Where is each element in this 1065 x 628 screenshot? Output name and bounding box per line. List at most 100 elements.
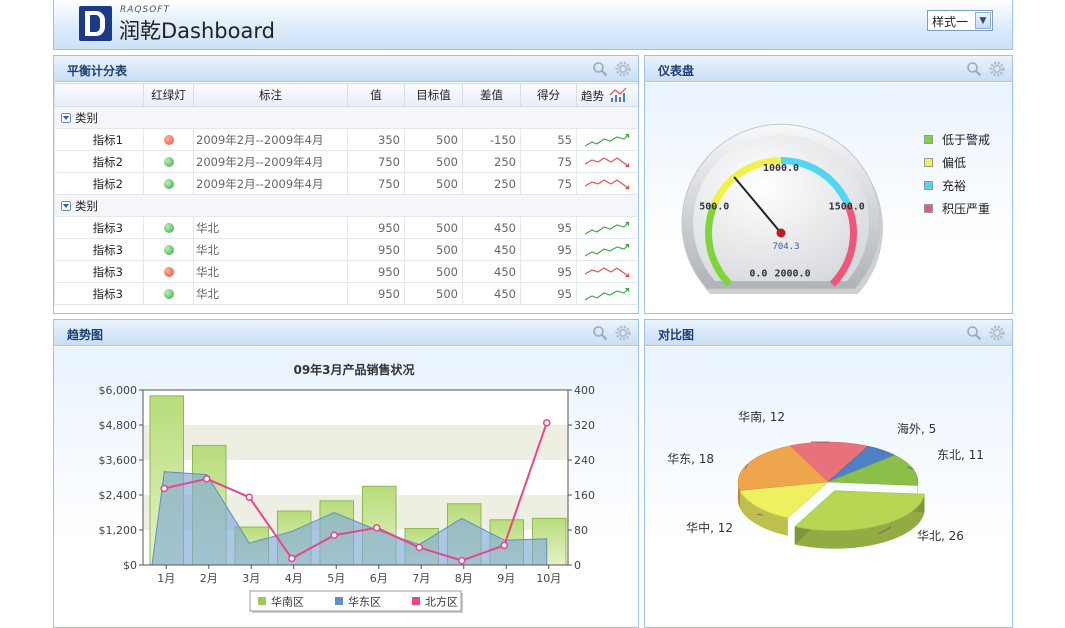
- legend-swatch: [335, 597, 343, 605]
- style-select[interactable]: 样式一 ▼: [927, 10, 993, 31]
- note-cell: 2009年2月--2009年4月: [193, 172, 348, 195]
- gauge-legend-item: 积压严重: [924, 200, 990, 223]
- point-beifang: [543, 419, 551, 427]
- traffic-light-red-icon: [163, 134, 174, 145]
- trend-cell: [576, 150, 638, 173]
- value-cell: 950: [347, 282, 405, 305]
- legend-label: 华东区: [348, 595, 381, 609]
- category-row[interactable]: 类别: [54, 194, 638, 217]
- traffic-light-cell: [143, 216, 194, 239]
- trend-up-sparkline: [584, 243, 630, 256]
- indicator-name: 指标3: [54, 216, 144, 239]
- target-cell: 500: [404, 238, 463, 261]
- trend-cell: [576, 260, 638, 283]
- gauge-legend-item: 偏低: [924, 154, 990, 177]
- gear-icon[interactable]: [615, 325, 631, 341]
- y-tick-label: $4,800: [99, 419, 138, 432]
- x-tick-label: 2月: [200, 572, 218, 585]
- x-tick-label: 10月: [536, 572, 561, 585]
- column-header-diff[interactable]: 差值: [462, 83, 521, 107]
- traffic-light-cell: [143, 282, 194, 305]
- category-row[interactable]: 类别: [54, 106, 638, 129]
- scorecard-panel: 平衡计分表 红绿灯 标注 值 目标值 差值 得分 趋势 类别 指标1 2009年…: [53, 55, 639, 314]
- category-label: 类别: [75, 198, 98, 213]
- table-row[interactable]: 指标3 华北 950 500 450 95: [54, 282, 638, 305]
- compare-panel-header: 对比图: [645, 320, 1012, 346]
- scorecard-body: 红绿灯 标注 值 目标值 差值 得分 趋势 类别 指标1 2009年2月--2009…: [54, 83, 638, 313]
- region-pie-chart: 华南, 12 海外, 5东北, 11 华北, 26 华中, 12 华东, 18: [667, 409, 984, 549]
- legend-swatch: [258, 597, 266, 605]
- scorecard-panel-header: 平衡计分表: [54, 56, 638, 82]
- traffic-light-green-icon: [163, 178, 174, 189]
- point-beifang: [458, 556, 466, 565]
- gauge-legend-item: 低于警戒: [924, 131, 990, 154]
- compare-body: 华南, 12 海外, 5 东北, 11 华北, 26 华中, 12 华东, 18: [645, 347, 1012, 627]
- point-beifang: [288, 554, 296, 563]
- gear-icon[interactable]: [989, 61, 1005, 77]
- column-header-value[interactable]: 值: [347, 83, 405, 107]
- score-cell: 95: [520, 238, 577, 261]
- compare-panel: 对比图 华南, 12 海外, 5 东北, 11 华北, 26 华中, 12 华东, 18: [644, 319, 1013, 628]
- zoom-icon[interactable]: [966, 61, 982, 77]
- diff-cell: 450: [462, 216, 521, 239]
- y-tick-label: $3,600: [99, 454, 138, 467]
- legend-label: 充裕: [942, 179, 967, 193]
- app-header: RAQSOFT 润乾Dashboard 样式一 ▼: [53, 0, 1013, 50]
- gauge-tick-label: 1000.0: [763, 163, 799, 174]
- point-beifang: [160, 484, 168, 493]
- point-beifang: [330, 531, 338, 539]
- indicator-name: 指标2: [54, 172, 144, 195]
- legend-swatch: [412, 597, 420, 605]
- zoom-icon[interactable]: [592, 325, 608, 341]
- value-cell: 350: [347, 128, 405, 151]
- column-header-score[interactable]: 得分: [520, 83, 577, 107]
- score-cell: 55: [520, 128, 577, 151]
- x-tick-label: 3月: [242, 572, 260, 585]
- traffic-light-green-icon: [163, 244, 174, 255]
- table-row[interactable]: 指标3 华北 950 500 450 95: [54, 238, 638, 261]
- note-cell: 华北: [193, 260, 348, 283]
- column-header-note[interactable]: 标注: [193, 83, 348, 107]
- collapse-toggle-icon[interactable]: [61, 200, 71, 211]
- legend-label: 华南区: [271, 595, 304, 609]
- zoom-icon[interactable]: [592, 61, 608, 77]
- y2-tick-label: 400: [574, 384, 595, 397]
- x-tick-label: 1月: [157, 572, 175, 585]
- zoom-icon[interactable]: [966, 325, 982, 341]
- table-row[interactable]: 指标2 2009年2月--2009年4月 750 500 250 75: [54, 150, 638, 173]
- trend-up-sparkline: [584, 221, 630, 234]
- x-tick-label: 6月: [370, 572, 388, 585]
- trend-down-sparkline: [584, 266, 630, 277]
- traffic-light-green-icon: [163, 156, 174, 167]
- note-cell: 华北: [193, 282, 348, 305]
- table-row[interactable]: 指标3 华北 950 500 450 95: [54, 260, 638, 283]
- point-beifang: [203, 475, 211, 483]
- table-row[interactable]: 指标2 2009年2月--2009年4月 750 500 250 75: [54, 172, 638, 195]
- trend-chart-icon: [609, 87, 627, 102]
- trend-cell: [576, 172, 638, 195]
- pie-label: 华中, 12: [686, 520, 733, 535]
- column-header-trend[interactable]: 趋势: [576, 83, 638, 107]
- trend-cell: [576, 282, 638, 305]
- gauge-tick-label: 1500.0: [829, 202, 865, 213]
- column-header-target[interactable]: 目标值: [404, 83, 463, 107]
- legend-swatch: [924, 204, 933, 213]
- y-tick-label: $1,200: [99, 524, 138, 537]
- indicator-name: 指标3: [54, 282, 144, 305]
- traffic-light-cell: [143, 150, 194, 173]
- collapse-toggle-icon[interactable]: [61, 112, 71, 123]
- gear-icon[interactable]: [989, 325, 1005, 341]
- gear-icon[interactable]: [615, 61, 631, 77]
- panel-title: 仪表盘: [658, 64, 695, 78]
- score-cell: 95: [520, 260, 577, 283]
- table-row[interactable]: 指标3 华北 950 500 450 95: [54, 216, 638, 239]
- column-header-light[interactable]: 红绿灯: [143, 83, 194, 107]
- pie-label: 海外, 5: [897, 421, 936, 436]
- trend-header-label: 趋势: [581, 88, 604, 103]
- table-row[interactable]: 指标1 2009年2月--2009年4月 350 500 -150 55: [54, 128, 638, 151]
- chevron-down-icon[interactable]: ▼: [975, 12, 991, 29]
- pie-label: 东北, 11: [937, 448, 984, 462]
- traffic-light-red-icon: [163, 266, 174, 277]
- gauge-tick-label: 500.0: [699, 202, 729, 213]
- indicator-name: 指标3: [54, 238, 144, 261]
